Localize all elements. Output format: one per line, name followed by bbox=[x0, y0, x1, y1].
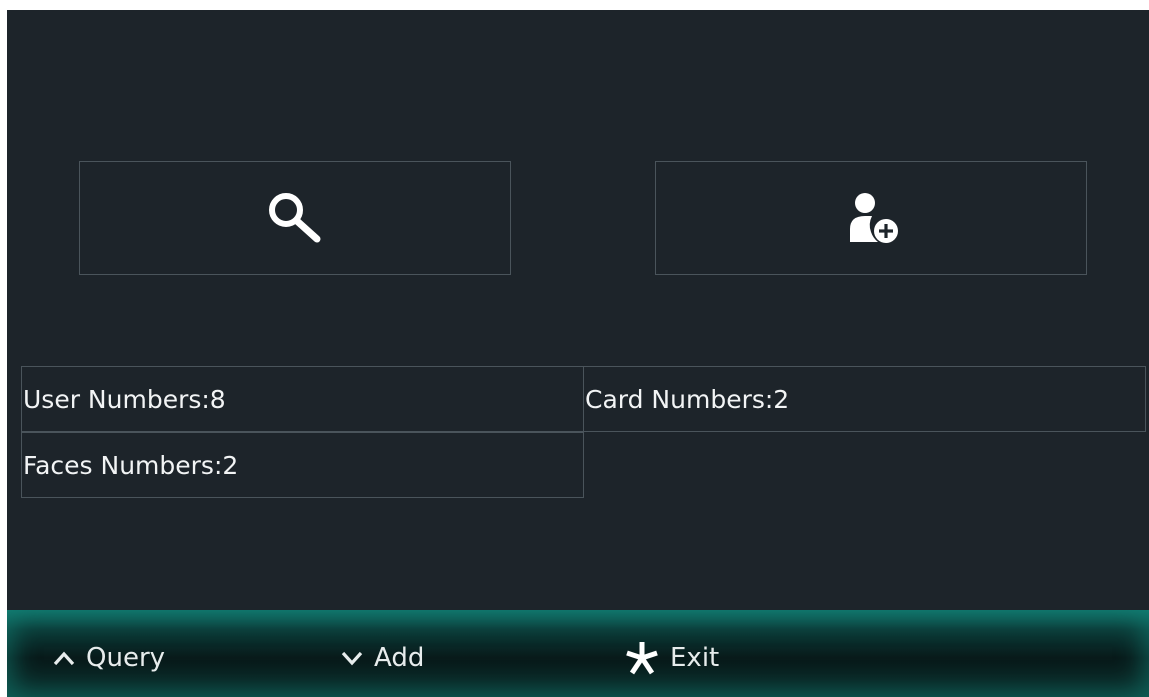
add-user-icon bbox=[838, 186, 904, 250]
faces-numbers-text: Faces Numbers:2 bbox=[23, 450, 239, 480]
search-icon bbox=[262, 186, 328, 250]
add-user-button[interactable] bbox=[655, 161, 1087, 275]
user-numbers-text: User Numbers:8 bbox=[23, 384, 226, 414]
footer-add-action[interactable]: Add bbox=[340, 636, 424, 680]
footer-exit-action[interactable]: Exit bbox=[624, 636, 719, 680]
footer-query-label: Query bbox=[86, 643, 166, 673]
card-numbers-text: Card Numbers:2 bbox=[585, 384, 790, 414]
chevron-down-icon bbox=[340, 649, 364, 667]
asterisk-icon bbox=[624, 640, 660, 676]
card-numbers-cell: Card Numbers:2 bbox=[583, 366, 1146, 432]
footer-query-action[interactable]: Query bbox=[52, 636, 165, 680]
user-management-screen: User Numbers:8 Card Numbers:2 Faces Numb… bbox=[7, 10, 1149, 697]
footer-bar: Query Add Exit bbox=[7, 610, 1149, 697]
faces-numbers-cell: Faces Numbers:2 bbox=[21, 432, 584, 498]
footer-exit-label: Exit bbox=[670, 643, 720, 673]
query-button[interactable] bbox=[79, 161, 511, 275]
chevron-up-icon bbox=[52, 649, 76, 667]
footer-add-label: Add bbox=[374, 643, 425, 673]
user-numbers-cell: User Numbers:8 bbox=[21, 366, 584, 432]
